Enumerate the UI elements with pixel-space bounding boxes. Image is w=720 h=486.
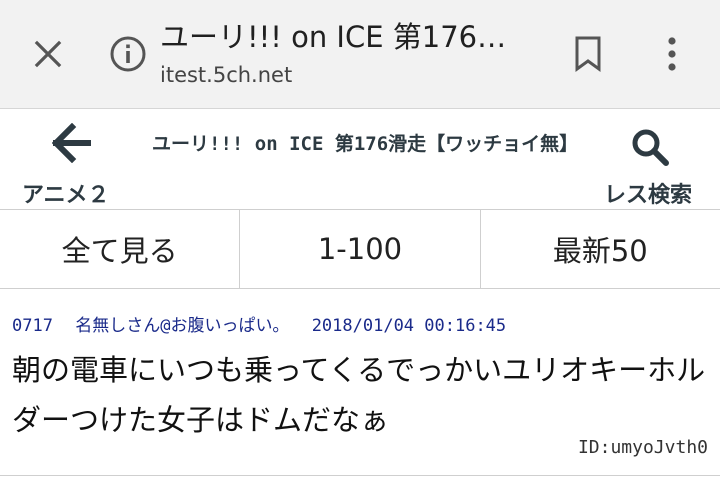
post-meta: 0717 名無しさん@お腹いっぱい。 2018/01/04 00:16:45 [12, 311, 518, 336]
more-vert-icon[interactable] [652, 32, 692, 76]
view-tabs: 全て見る 1-100 最新50 [0, 210, 720, 289]
post-author-name: 名無しさん@お腹いっぱい。 [75, 316, 290, 336]
search-replies-button[interactable]: レス検索 [596, 117, 708, 208]
post-body: 朝の電車にいつも乗ってくるでっかいユリオキーホルダーつけた女子はドムだなぁ [12, 353, 706, 437]
site-header: アニメ２ ユーリ!!! on ICE 第176滑走【ワッチョイ無】 レス検索 [0, 109, 720, 210]
arrow-left-icon [52, 123, 91, 163]
thread-title: ユーリ!!! on ICE 第176滑走【ワッチョイ無】 [152, 133, 579, 155]
bookmark-icon[interactable] [568, 32, 608, 76]
tab-latest-50[interactable]: 最新50 [481, 210, 720, 288]
back-to-board-button[interactable]: アニメ２ [14, 117, 124, 208]
post-date: 2018/01/04 00:16:45 [311, 316, 507, 336]
tab-range-1-100[interactable]: 1-100 [240, 210, 481, 288]
search-replies-label: レス検索 [604, 183, 693, 208]
search-icon [632, 129, 669, 166]
post-user-id[interactable]: ID:umyoJvth0 [578, 437, 708, 458]
post-number[interactable]: 0717 [12, 316, 53, 336]
close-icon[interactable] [28, 34, 68, 74]
post-item: 0717 名無しさん@お腹いっぱい。 2018/01/04 00:16:45 朝… [0, 289, 720, 476]
tab-view-all[interactable]: 全て見る [0, 210, 241, 288]
board-name-label: アニメ２ [22, 183, 110, 208]
page-url: itest.5ch.net [160, 63, 293, 87]
page-title: ユーリ!!! on ICE 第176… [160, 20, 507, 54]
info-icon[interactable] [106, 32, 150, 76]
browser-toolbar: ユーリ!!! on ICE 第176… itest.5ch.net [0, 0, 720, 109]
